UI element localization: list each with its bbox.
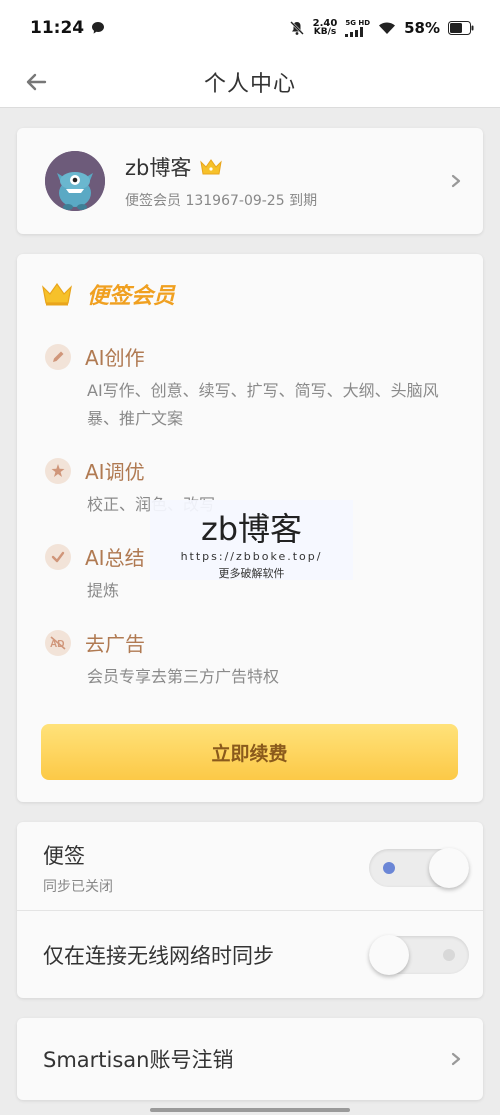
net-speed: 2.40 KB/s <box>312 18 338 37</box>
monster-avatar-icon <box>45 151 105 211</box>
renew-button[interactable]: 立即续费 <box>41 724 458 780</box>
home-indicator[interactable] <box>150 1108 350 1112</box>
notes-sync-status: 同步已关闭 <box>43 879 113 895</box>
wifi-only-label: 仅在连接无线网络时同步 <box>43 944 274 968</box>
feature-title: AI总结 <box>85 546 145 570</box>
toggle-off-indicator <box>443 949 455 961</box>
nav-bar: 个人中心 <box>0 56 500 108</box>
back-button[interactable] <box>20 66 52 98</box>
wifi-only-toggle[interactable] <box>369 935 469 975</box>
check-icon <box>45 543 71 570</box>
feature-remove-ads: AD 去广告 会员专享去第三方广告特权 <box>45 628 459 691</box>
back-arrow-icon <box>26 73 47 91</box>
crown-icon <box>42 282 72 306</box>
feature-desc: 会员专享去第三方广告特权 <box>87 667 280 686</box>
account-delete-row[interactable]: Smartisan账号注销 <box>17 1018 483 1100</box>
toggle-knob <box>429 848 469 888</box>
feature-title: 去广告 <box>85 632 145 656</box>
svg-text:AD: AD <box>50 639 64 650</box>
toggle-on-indicator <box>383 862 395 874</box>
feature-title: AI调优 <box>85 460 145 484</box>
no-ads-icon: AD <box>45 629 71 656</box>
watermark-title: zb博客 <box>200 510 303 548</box>
toggle-knob <box>369 935 409 975</box>
divider <box>17 910 483 911</box>
sync-card: 便签 同步已关闭 仅在连接无线网络时同步 <box>17 822 483 998</box>
watermark-url: https://zbboke.top/ <box>180 550 323 563</box>
feature-desc: AI写作、创意、续写、扩写、简写、大纲、头脑风暴、推广文案 <box>87 381 439 428</box>
watermark-subtitle: 更多破解软件 <box>218 567 285 580</box>
magic-icon <box>45 457 71 484</box>
feature-desc: 提炼 <box>87 581 120 600</box>
wifi-only-row: 仅在连接无线网络时同步 <box>17 930 483 980</box>
wifi-icon <box>379 22 396 34</box>
notes-sync-toggle[interactable] <box>369 848 469 888</box>
profile-name: zb博客 <box>125 156 192 180</box>
battery-icon <box>448 21 474 35</box>
notes-sync-row: 便签 同步已关闭 <box>17 840 483 896</box>
crown-icon <box>200 159 223 175</box>
chevron-right-icon <box>451 174 461 188</box>
message-bubble-icon <box>92 22 105 34</box>
account-delete-label: Smartisan账号注销 <box>43 1048 234 1072</box>
notes-sync-title: 便签 <box>43 844 85 868</box>
battery-percent: 58% <box>404 19 440 37</box>
status-bar: 11:24 2.40 KB/s 5G HD 58% <box>0 0 500 56</box>
status-time: 11:24 <box>30 18 85 38</box>
profile-card[interactable]: zb博客 便签会员 131967-09-25 到期 <box>17 128 483 234</box>
page-title: 个人中心 <box>203 71 296 97</box>
avatar <box>45 151 105 211</box>
chevron-right-icon <box>451 1052 461 1066</box>
cellular-signal-icon <box>345 26 364 37</box>
signal-label: 5G HD <box>345 18 371 27</box>
membership-title: 便签会员 <box>87 284 176 309</box>
pencil-icon <box>45 343 71 370</box>
watermark-overlay: zb博客 https://zbboke.top/ 更多破解软件 <box>150 500 353 580</box>
membership-expiry: 便签会员 131967-09-25 到期 <box>125 193 318 209</box>
mute-bell-icon <box>289 21 304 35</box>
feature-title: AI创作 <box>85 346 145 370</box>
feature-ai-writing: AI创作 AI写作、创意、续写、扩写、简写、大纲、头脑风暴、推广文案 <box>45 342 459 433</box>
